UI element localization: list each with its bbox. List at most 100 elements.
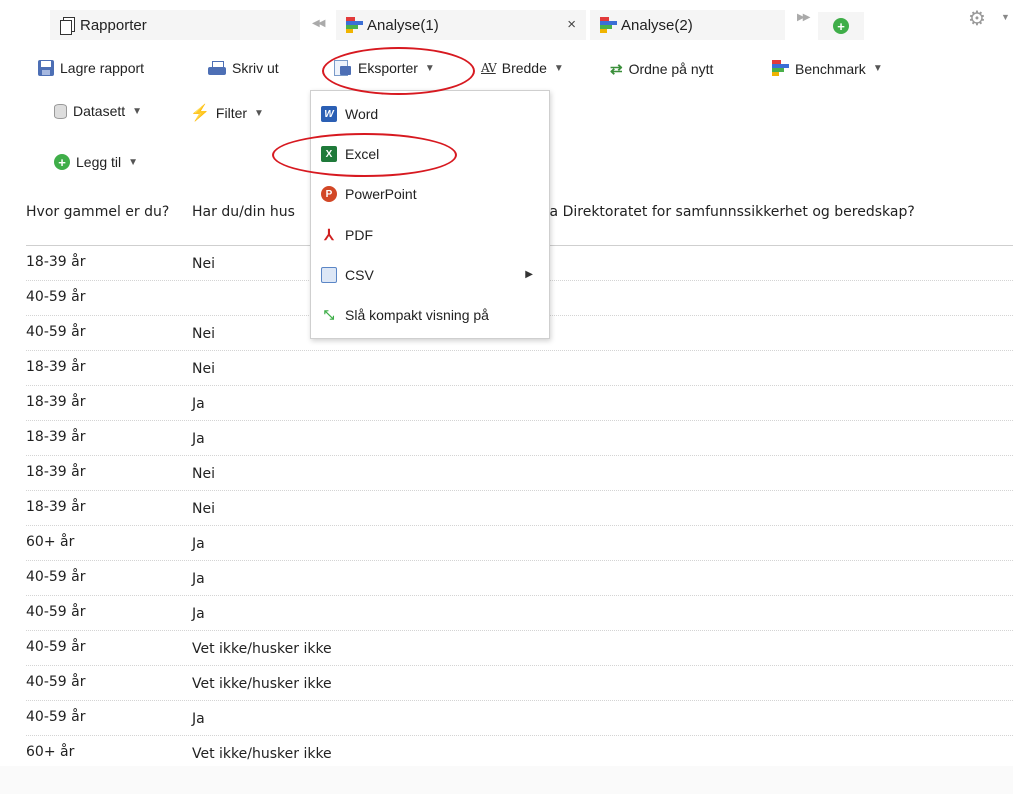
- menu-item-pdf[interactable]: ⅄ PDF: [311, 220, 549, 250]
- filter-button[interactable]: ⚡ Filter ▼: [190, 103, 264, 123]
- bottom-edge: [0, 766, 1013, 794]
- database-icon: [54, 103, 67, 119]
- menu-item-excel[interactable]: X Excel: [311, 139, 549, 169]
- save-report-label: Lagre rapport: [60, 60, 145, 76]
- chevron-right-icon: ▶: [525, 269, 533, 280]
- dataset-button[interactable]: Datasett ▼: [54, 103, 142, 119]
- menu-item-label: Slå kompakt visning på: [345, 307, 489, 323]
- analysis-chart-icon: [346, 16, 363, 34]
- cell-age: 40-59 år: [26, 289, 86, 305]
- filter-label: Filter: [215, 105, 248, 121]
- cell-age: 18-39 år: [26, 359, 86, 375]
- cell-answer: Nei: [192, 256, 215, 272]
- table-row[interactable]: 40-59 år Ja: [26, 561, 1013, 596]
- table-row[interactable]: 18-39 år Ja: [26, 421, 1013, 456]
- cell-answer: Vet ikke/husker ikke: [192, 641, 332, 657]
- add-tab-button[interactable]: +: [818, 12, 864, 40]
- tab-analyse-1[interactable]: Analyse(1) ×: [336, 10, 586, 40]
- cell-answer: Ja: [192, 396, 205, 412]
- benchmark-chart-icon: [772, 60, 789, 77]
- cell-answer: Ja: [192, 431, 205, 447]
- cell-age: 40-59 år: [26, 639, 86, 655]
- cell-age: 18-39 år: [26, 254, 86, 270]
- menu-item-label: Excel: [345, 146, 380, 162]
- cell-age: 60+ år: [26, 744, 75, 760]
- cell-answer: Nei: [192, 326, 215, 342]
- table-row[interactable]: 18-39 år Nei: [26, 491, 1013, 526]
- chevron-down-icon[interactable]: ▼: [1001, 12, 1010, 22]
- chevron-down-icon: ▼: [132, 105, 143, 117]
- menu-item-label: CSV: [345, 267, 374, 283]
- lightning-icon: ⚡: [190, 105, 210, 122]
- menu-item-label: PowerPoint: [345, 186, 417, 202]
- column-header-question-start: Har du/din hus: [192, 204, 295, 220]
- menu-item-label: PDF: [345, 227, 373, 243]
- menu-item-csv[interactable]: CSV ▶: [311, 260, 549, 290]
- menu-item-label: Word: [345, 106, 379, 122]
- analysis-chart-icon: [600, 16, 617, 34]
- gear-icon[interactable]: ⚙: [968, 6, 986, 31]
- compact-view-icon: ⤡: [323, 307, 335, 322]
- plus-icon: +: [833, 18, 849, 34]
- printer-icon: [208, 60, 226, 76]
- export-label: Eksporter: [358, 60, 418, 76]
- tabs-scroll-right-icon[interactable]: ▶▶: [797, 12, 810, 23]
- excel-icon: X: [321, 146, 337, 162]
- chevron-down-icon: ▼: [424, 62, 435, 74]
- reorder-button[interactable]: ⇄ Ordne på nytt: [610, 60, 713, 78]
- table-row[interactable]: 60+ år Ja: [26, 526, 1013, 561]
- cell-answer: Nei: [192, 361, 215, 377]
- chevron-down-icon: ▼: [254, 107, 264, 119]
- add-label: Legg til: [76, 154, 122, 170]
- menu-item-word[interactable]: W Word: [311, 99, 549, 129]
- table-row[interactable]: 18-39 år Ja: [26, 386, 1013, 421]
- print-button[interactable]: Skriv ut: [208, 60, 279, 76]
- tabs-scroll-left-icon[interactable]: ◀◀: [312, 18, 325, 29]
- export-menu: W Word X Excel P PowerPoint ⅄ PDF CSV ▶ ⤡ Slå kompa…: [310, 90, 550, 339]
- cell-age: 40-59 år: [26, 674, 86, 690]
- word-icon: W: [321, 106, 337, 122]
- shuffle-icon: ⇄: [610, 61, 623, 78]
- chevron-down-icon: ▼: [553, 62, 564, 74]
- save-report-button[interactable]: Lagre rapport: [38, 60, 144, 76]
- table-row[interactable]: 18-39 år Nei: [26, 351, 1013, 386]
- tab-analyse-1-label: Analyse(1): [367, 16, 439, 34]
- tab-bar: Rapporter ◀◀ Analyse(1) × Analyse(2) ▶▶ …: [0, 0, 1013, 40]
- pdf-icon: ⅄: [324, 227, 334, 244]
- cell-answer: Ja: [192, 571, 205, 587]
- tab-analyse-2[interactable]: Analyse(2): [590, 10, 785, 40]
- benchmark-label: Benchmark: [795, 60, 866, 77]
- table-row[interactable]: 40-59 år Ja: [26, 596, 1013, 631]
- add-button[interactable]: + Legg til ▼: [54, 154, 138, 170]
- column-header-question[interactable]: Har du/din hus en fra Direktoratet for sa…: [192, 203, 915, 221]
- table-row[interactable]: 18-39 år Nei: [26, 456, 1013, 491]
- column-header-age[interactable]: Hvor gammel er du?: [26, 203, 176, 221]
- cell-answer: Vet ikke/husker ikke: [192, 746, 332, 762]
- export-icon: [334, 60, 352, 76]
- width-button[interactable]: AV Bredde ▼: [481, 60, 564, 76]
- powerpoint-icon: P: [321, 186, 337, 202]
- cell-age: 18-39 år: [26, 464, 86, 480]
- table-row[interactable]: 40-59 år Ja: [26, 701, 1013, 736]
- menu-item-slå[interactable]: ⤡ Slå kompakt visning på: [311, 300, 549, 330]
- cell-age: 40-59 år: [26, 709, 86, 725]
- cell-age: 18-39 år: [26, 429, 86, 445]
- save-icon: [38, 60, 54, 76]
- close-icon[interactable]: ×: [567, 16, 576, 33]
- table-row[interactable]: 40-59 år Vet ikke/husker ikke: [26, 631, 1013, 666]
- csv-icon: [321, 267, 337, 283]
- cell-answer: Ja: [192, 606, 205, 622]
- menu-item-powerpoint[interactable]: P PowerPoint: [311, 179, 549, 209]
- tab-rapporter[interactable]: Rapporter: [50, 10, 300, 40]
- print-label: Skriv ut: [232, 60, 279, 76]
- cell-answer: Nei: [192, 466, 215, 482]
- column-header-question-end: en fra Direktoratet for samfunnssikkerhe…: [516, 204, 915, 220]
- table-row[interactable]: 40-59 år Vet ikke/husker ikke: [26, 666, 1013, 701]
- plus-icon: +: [54, 154, 70, 170]
- benchmark-button[interactable]: Benchmark ▼: [772, 60, 883, 77]
- cell-age: 18-39 år: [26, 394, 86, 410]
- tab-rapporter-label: Rapporter: [80, 16, 147, 34]
- cell-age: 40-59 år: [26, 569, 86, 585]
- export-button[interactable]: Eksporter ▼: [334, 60, 435, 76]
- cell-age: 18-39 år: [26, 499, 86, 515]
